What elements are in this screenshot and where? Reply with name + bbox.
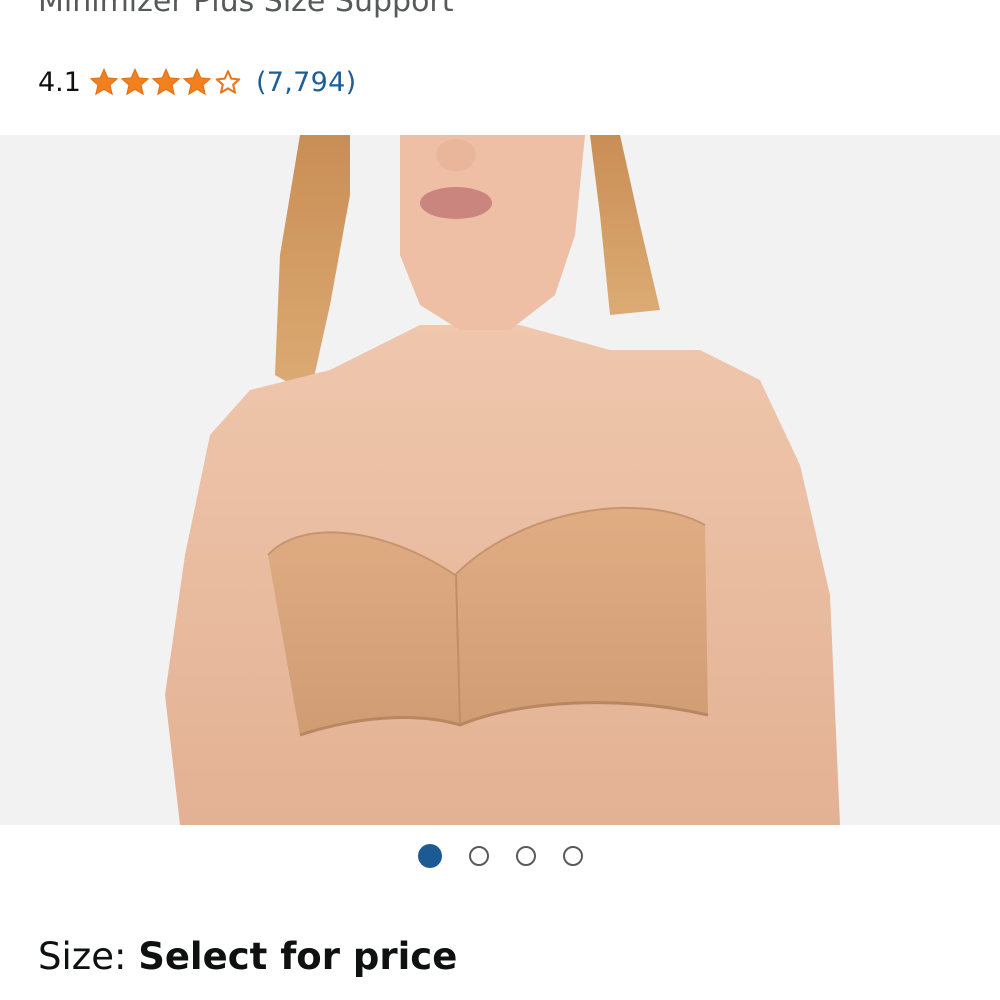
star-full-icon [89,68,119,96]
image-pagination[interactable] [0,844,1000,868]
star-full-icon [120,68,150,96]
page-dot[interactable] [562,846,583,866]
size-value[interactable]: Select for price [138,935,457,978]
size-label: Size: [38,935,139,978]
page-dot[interactable] [468,846,489,866]
star-full-icon [182,68,212,96]
product-page: Minimizer Plus Size Support 4.1 (7,794) [0,0,1000,1000]
rating-value: 4.1 [38,66,81,98]
product-title[interactable]: Minimizer Plus Size Support [38,0,454,19]
product-photo [0,135,1000,825]
star-rating[interactable] [89,67,244,97]
review-count-link[interactable]: (7,794) [256,67,356,98]
page-dot-active[interactable] [417,844,442,868]
star-full-icon [151,68,181,96]
rating-row[interactable]: 4.1 (7,794) [38,62,356,102]
size-selector[interactable]: Size: Select for price [38,935,457,978]
page-dot[interactable] [515,846,536,866]
star-empty-icon [215,70,241,94]
product-image[interactable] [0,135,1000,825]
